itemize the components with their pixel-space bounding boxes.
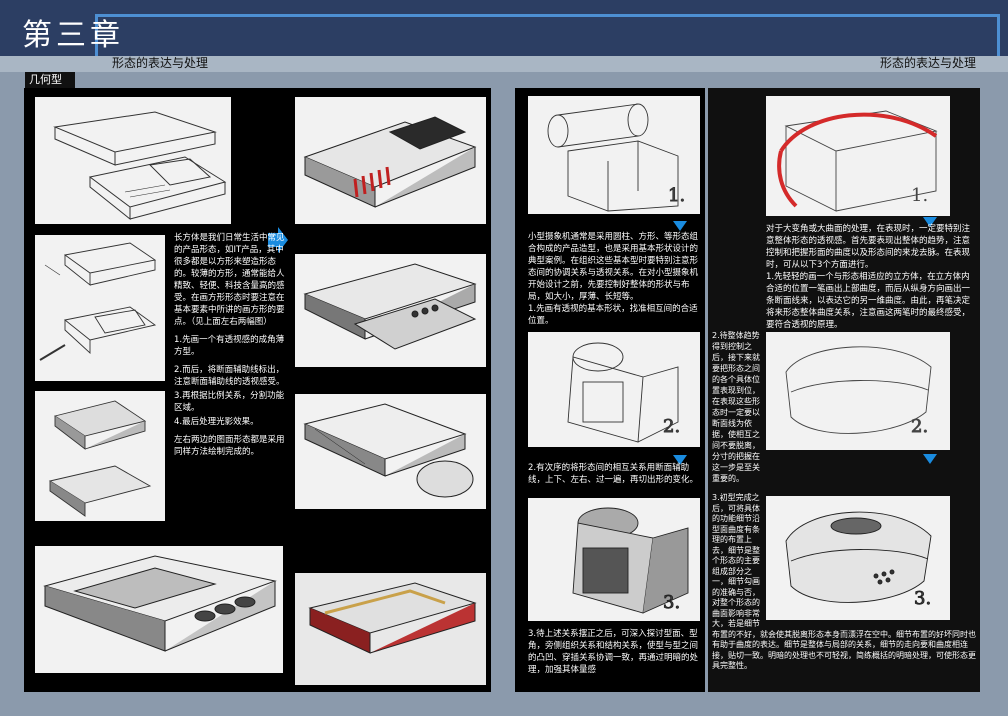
- sketch-camera-2: 2.: [528, 332, 700, 447]
- sketch-device-layered: [295, 254, 486, 367]
- label-cam-2: 2.: [663, 416, 680, 437]
- right-step-3-block: 3.初型完成之后，可将具体的功能细节沿型面曲度有条理的布置上去，细节是整个形态的…: [712, 493, 976, 678]
- sketch-large-device: [35, 546, 283, 673]
- right-step-2-block: 2.待整体趋势得到控制之后，接下来就要把形态之间的各个具体位置表现到位，在表现这…: [712, 330, 764, 490]
- middle-description: 小型摄象机通常是采用圆柱、方形、等形态组合构成的产品造型，也是采用基本形状设计的…: [528, 231, 700, 333]
- sketch-device-side: [295, 394, 486, 509]
- right-step-1: 1.先轻轻的画一个与形态相适应的立方体，在立方体内合适的位置一笔画出上部曲度，而…: [766, 272, 971, 330]
- left-step-2: 2.而后，将断面辅助线标出，注意断面辅助线的透视感受。: [174, 365, 285, 387]
- sketch-curved-2: 2.: [766, 332, 950, 450]
- label-cam-3: 3.: [663, 592, 680, 613]
- label-dev-2: 2.: [911, 416, 928, 437]
- left-step-1: 1.先画一个有透视感的成角薄方型。: [174, 335, 285, 357]
- mid-intro: 小型摄象机通常是采用圆柱、方形、等形态组合构成的产品造型，也是采用基本形状设计的…: [528, 232, 699, 302]
- arrow-down-icon-2: [673, 450, 687, 465]
- left-outro: 左右两边的图面形态都是采用同样方法绘制完成的。: [174, 435, 285, 457]
- label-dev-1: 1.: [911, 185, 928, 206]
- chapter-title: 第三章: [22, 18, 124, 53]
- sketch-device-rendered: [295, 97, 486, 224]
- middle-step-2: 2.有次序的将形态间的相互关系用断面辅助线，上下、左右、过一遍，再切出形的变化。: [528, 462, 700, 492]
- right-description: 对于大变角或大曲面的处理，在表现时，一定要特别注意整体形态的透视感。首先要表现出…: [766, 223, 976, 337]
- subtitle-left: 形态的表达与处理: [112, 56, 209, 70]
- mid-step-1: 1.先画有透视的基本形状，找准相互间的合适位置。: [528, 304, 698, 326]
- left-step-4: 4.最后处理光影效果。: [174, 417, 259, 427]
- arrow-down-icon-4: [923, 449, 937, 464]
- sketch-camera-1: 1.: [528, 96, 700, 214]
- sketch-box-outline: [35, 97, 231, 224]
- sketch-camera-3: 3.: [528, 498, 700, 621]
- arrow-down-icon-3: [923, 212, 937, 227]
- mid-step-3: 3.待上述关系摆正之后，可深入探讨型面、型角，旁侧组织关系和结构关系，使型与型之…: [528, 629, 699, 675]
- sketch-steps-left-2: [35, 391, 165, 521]
- arrow-down-icon: [673, 216, 687, 231]
- middle-panel: 1. 小型摄象机通常是采用圆柱、方形、等形态组合构成的产品造型，也是采用基本形状…: [515, 88, 705, 692]
- middle-step-3-block: 3.待上述关系摆正之后，可深入探讨型面、型角，旁侧组织关系和结构关系，使型与型之…: [528, 628, 700, 682]
- subtitle-right: 形态的表达与处理: [879, 56, 976, 70]
- text-float-spacer: [764, 493, 976, 621]
- right-panel: 1. 对于大变角或大曲面的处理，在表现时，一定要特别注意整体形态的透视感。首先要…: [708, 88, 980, 692]
- label-cam-1: 1.: [668, 185, 685, 206]
- left-description: 长方体是我们日常生活中常见的产品形态，如IT产品，其中很多都是以方形来塑造形态的…: [174, 232, 287, 464]
- left-panel: 长方体是我们日常生活中常见的产品形态，如IT产品，其中很多都是以方形来塑造形态的…: [24, 88, 491, 692]
- left-step-3: 3.再根据比例关系，分割功能区域。: [174, 391, 285, 413]
- sketch-steps-left: [35, 235, 165, 381]
- sketch-device-color: [295, 573, 486, 685]
- right-step-2: 2.待整体趋势得到控制之后，接下来就要把形态之间的各个具体位置表现到位，在表现这…: [712, 331, 760, 483]
- section-tag: 几何型: [25, 72, 75, 88]
- sketch-curved-1: 1.: [766, 96, 950, 216]
- right-intro: 对于大变角或大曲面的处理，在表现时，一定要特别注意整体形态的透视感。首先要表现出…: [766, 224, 971, 270]
- left-intro: 长方体是我们日常生活中常见的产品形态，如IT产品，其中很多都是以方形来塑造形态的…: [174, 233, 285, 327]
- mid-step-2: 2.有次序的将形态间的相互关系用断面辅助线，上下、左右、过一遍，再切出形的变化。: [528, 463, 699, 485]
